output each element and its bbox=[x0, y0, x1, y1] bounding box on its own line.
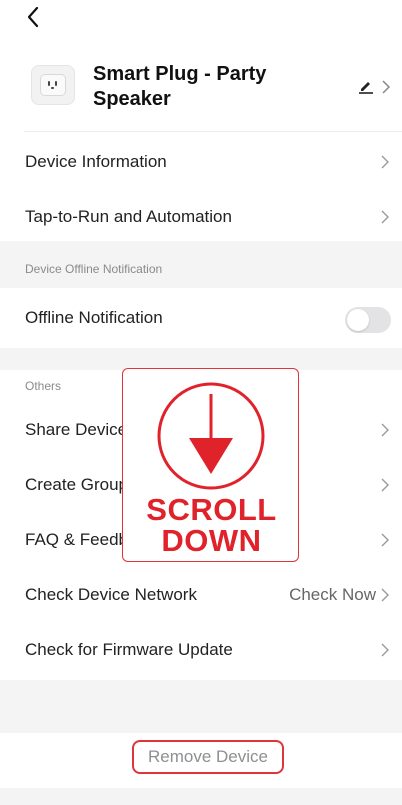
device-title: Smart Plug - Party Speaker bbox=[93, 63, 267, 110]
chevron-right-icon bbox=[381, 643, 389, 657]
toggle-knob bbox=[347, 309, 369, 331]
row-label: Tap-to-Run and Automation bbox=[25, 207, 232, 226]
smart-plug-icon bbox=[31, 65, 75, 105]
row-firmware-update[interactable]: Check for Firmware Update bbox=[0, 622, 402, 678]
scroll-down-overlay: SCROLL DOWN bbox=[122, 368, 299, 562]
section-title-offline: Device Offline Notification bbox=[25, 262, 163, 276]
check-now-value[interactable]: Check Now bbox=[289, 567, 376, 623]
down-arrow-circle-icon bbox=[157, 382, 265, 490]
section-title-others: Others bbox=[25, 379, 62, 393]
chevron-right-icon bbox=[381, 210, 389, 224]
chevron-right-icon bbox=[381, 478, 389, 492]
pencil-icon[interactable] bbox=[358, 78, 374, 94]
chevron-left-icon[interactable] bbox=[22, 2, 50, 32]
row-tap-to-run[interactable]: Tap-to-Run and Automation bbox=[0, 189, 402, 245]
row-label: Share Device bbox=[25, 420, 128, 439]
offline-notification-toggle[interactable] bbox=[345, 307, 391, 333]
main-settings-group: Device Information Tap-to-Run and Automa… bbox=[0, 132, 402, 241]
row-label: Offline Notification bbox=[25, 308, 163, 327]
row-device-information[interactable]: Device Information bbox=[0, 134, 402, 190]
down-label: DOWN bbox=[161, 523, 262, 558]
row-label: Device Information bbox=[25, 152, 167, 171]
row-check-device-network[interactable]: Check Device Network Check Now bbox=[0, 567, 402, 623]
remove-device-button[interactable]: Remove Device bbox=[132, 740, 284, 774]
header: Smart Plug - Party Speaker bbox=[0, 0, 402, 132]
row-label: Create Group bbox=[25, 475, 128, 494]
chevron-right-icon bbox=[381, 155, 389, 169]
row-offline-notification: Offline Notification bbox=[0, 290, 402, 346]
chevron-right-icon[interactable] bbox=[381, 79, 391, 95]
chevron-right-icon bbox=[381, 588, 389, 602]
row-label: Check Device Network bbox=[25, 585, 197, 604]
chevron-right-icon bbox=[381, 423, 389, 437]
scroll-label: SCROLL bbox=[146, 492, 277, 527]
chevron-right-icon bbox=[381, 533, 389, 547]
offline-group: Offline Notification bbox=[0, 288, 402, 348]
row-label: Check for Firmware Update bbox=[25, 640, 233, 659]
